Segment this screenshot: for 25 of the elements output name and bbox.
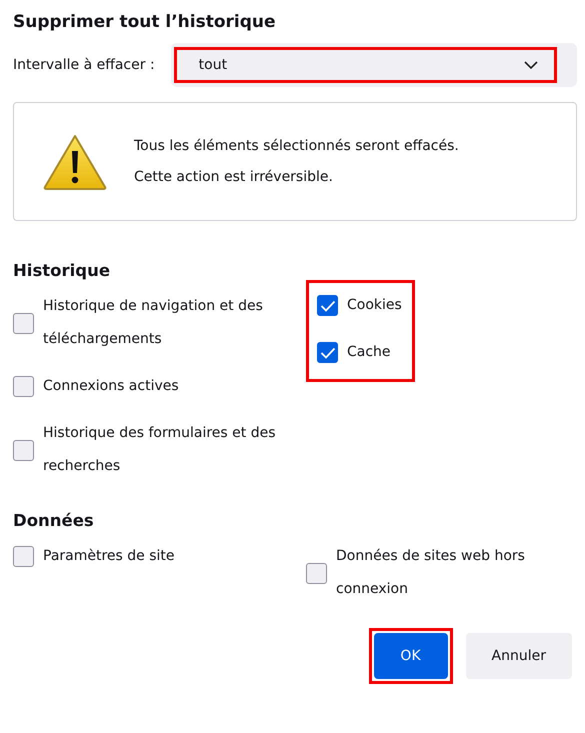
checkbox-label[interactable]: Historique des formulaires et des recherches <box>43 417 305 483</box>
checkbox-label[interactable]: Paramètres de site <box>43 540 175 573</box>
section-heading: Données <box>13 511 95 530</box>
ok-button[interactable]: OK <box>374 633 448 679</box>
warning-text: Cette action est irréversible. <box>134 168 334 186</box>
cancel-button[interactable]: Annuler <box>466 633 572 679</box>
checkbox-label[interactable]: Cookies <box>347 289 402 322</box>
checkbox[interactable] <box>13 376 34 397</box>
checkbox-label[interactable]: Connexions actives <box>43 370 179 403</box>
chevron-icon <box>524 61 538 69</box>
range-dropdown[interactable]: tout <box>174 47 557 83</box>
warning-icon <box>42 132 108 190</box>
checkbox[interactable] <box>317 295 338 316</box>
checkbox-label[interactable]: Données de sites web hors connexion <box>336 540 566 606</box>
section-heading: Historique <box>13 261 112 280</box>
checkbox[interactable] <box>317 342 338 363</box>
checkbox-label[interactable]: Historique de navigation et des téléchargements <box>43 290 305 356</box>
checkbox[interactable] <box>306 562 327 584</box>
dialog-title: Supprimer tout l’historique <box>13 12 277 32</box>
checkbox[interactable] <box>13 546 34 567</box>
checkbox[interactable] <box>13 440 34 460</box>
range-label: Intervalle à effacer : <box>13 57 155 73</box>
checkbox-label[interactable]: Cache <box>347 336 391 369</box>
warning-text: Tous les éléments sélectionnés seront effacés. <box>134 136 459 156</box>
checkbox[interactable] <box>13 312 34 334</box>
